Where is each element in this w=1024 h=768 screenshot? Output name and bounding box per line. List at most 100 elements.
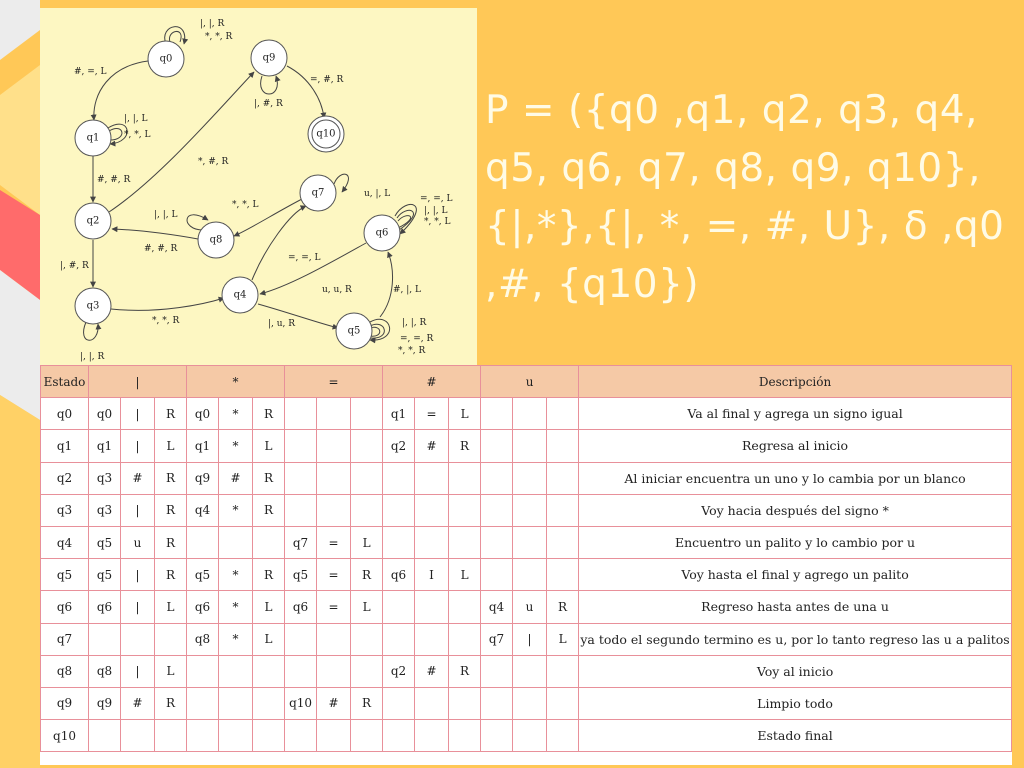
transition-table: Estado | * = # u Descripción q0 q0 | Rq0 * Rq… [40, 364, 1012, 765]
state-q5: q5 [335, 312, 373, 350]
transition-cell [186, 719, 220, 753]
formal-definition: P = ({q0 ,q1, q2, q3, q4, q5, q6, q7, q8… [485, 82, 1015, 314]
label-q6-q4: u, u, R [322, 285, 352, 295]
state-diagram: q0 q1 q2 q3 q4 q5 q6 q7 q8 q9 q10 |, |, … [40, 8, 477, 365]
transition-cell [284, 622, 318, 656]
transition-cell: * [218, 622, 254, 656]
svg-text:q1: q1 [87, 133, 100, 144]
header-symbol-bar: | [87, 364, 188, 399]
transition-cell [186, 525, 220, 560]
transition-cell: L [153, 654, 188, 688]
transition-cell [316, 397, 352, 431]
transition-cell: u [512, 590, 548, 624]
svg-text:q5: q5 [348, 326, 361, 337]
transition-cell [252, 525, 286, 560]
transition-cell: R [546, 590, 580, 624]
transition-cell [480, 525, 514, 560]
label-q8-loop: |, |, L [154, 210, 178, 220]
transition-cell [382, 622, 416, 656]
edge-q8-q2 [111, 226, 199, 240]
transition-cell: q5 [284, 558, 318, 592]
transition-cell: q2 [382, 429, 416, 463]
transition-cell: = [316, 558, 352, 592]
transition-cell [382, 461, 416, 495]
transition-cell: | [120, 558, 155, 592]
transition-cell [284, 493, 318, 527]
transition-cell: q9 [88, 686, 121, 721]
transition-cell [316, 493, 352, 527]
transition-cell [546, 493, 580, 527]
table-row: q1 q1 | Lq1 * Lq2 # R Regresa al inicio [40, 429, 1012, 463]
state-cell: q7 [40, 622, 89, 656]
table-row: q9 q9 # Rq10 # R Limpio todo [40, 686, 1012, 721]
edge-q5-q6 [379, 251, 393, 318]
transition-cell: q6 [382, 558, 416, 592]
svg-text:q10: q10 [316, 129, 335, 140]
transition-cell [414, 525, 450, 560]
formula-line-2: q5, q6, q7, q8, q9, q10}, [485, 146, 981, 191]
label-q7-loop: u, |, L [364, 189, 390, 199]
transition-cell [546, 525, 580, 560]
transition-cell: = [414, 397, 450, 431]
transition-cell [546, 461, 580, 495]
table-row: q0 q0 | Rq0 * Rq1 = L Va al final y agrega un si… [40, 397, 1012, 431]
transition-cell: q8 [88, 654, 121, 688]
transition-cell [414, 493, 450, 527]
table-row: q3 q3 | Rq4 * R Voy hacia después del signo * [40, 493, 1012, 527]
transition-cell [218, 686, 254, 721]
transition-cell [546, 429, 580, 463]
transition-cell: | [120, 590, 155, 624]
transition-cell: R [153, 461, 188, 495]
transition-cell [512, 525, 548, 560]
transition-cell: q10 [284, 686, 318, 721]
transition-cell [480, 429, 514, 463]
svg-text:q9: q9 [263, 53, 276, 64]
svg-text:q7: q7 [312, 188, 325, 199]
transition-cell [414, 590, 450, 624]
transition-cell: q3 [88, 493, 121, 527]
label-q4-q5: |, u, R [268, 319, 295, 329]
label-q0-q1: #, =, L [74, 67, 107, 77]
transition-cell: R [448, 654, 482, 688]
transition-cell: L [350, 590, 384, 624]
transition-cell [448, 525, 482, 560]
transition-cell [512, 719, 548, 753]
header-symbol-star: * [186, 364, 286, 399]
transition-cell [350, 397, 384, 431]
label-q4-q7: =, =, L [288, 253, 321, 263]
description-cell: Voy hacia después del signo * [578, 493, 1012, 527]
transition-cell [480, 654, 514, 688]
label-q1-q2: #, #, R [97, 175, 131, 185]
transition-cell [448, 590, 482, 624]
transition-cell [512, 461, 548, 495]
label-q5-q6: #, |, L [393, 285, 421, 295]
state-cell: q3 [40, 493, 89, 527]
transition-cell [350, 654, 384, 688]
header-symbol-u: u [480, 364, 580, 399]
description-cell: Voy hasta el final y agrego un palito [578, 558, 1012, 592]
transition-cell [414, 686, 450, 721]
svg-text:q4: q4 [234, 290, 247, 301]
label-q2-q3: |, #, R [60, 261, 89, 271]
transition-cell: q5 [88, 525, 121, 560]
table-body: q0 q0 | Rq0 * Rq1 = L Va al final y agrega un si… [40, 397, 1012, 753]
table-row: q2 q3 # Rq9 # R Al iniciar encuentra un uno y … [40, 461, 1012, 495]
description-cell: Limpio todo [578, 686, 1012, 721]
transition-cell [480, 719, 514, 753]
formula-line-4: ,#, {q10}) [485, 262, 700, 307]
table-row: q10 Estado final [40, 719, 1012, 753]
transition-cell [448, 493, 482, 527]
formula-line-3: {|,*},{|, *, =, #, U}, δ ,q0 [485, 204, 1005, 249]
transition-cell: q7 [480, 622, 514, 656]
transition-cell: L [153, 429, 188, 463]
label-q6-loop-1: =, =, L [420, 194, 453, 204]
transition-cell: q6 [88, 590, 121, 624]
transition-cell [252, 719, 286, 753]
formula-line-1: P = ({q0 ,q1, q2, q3, q4, [485, 88, 978, 133]
transition-cell [284, 397, 318, 431]
transition-cell: * [218, 493, 254, 527]
transition-cell [480, 558, 514, 592]
table-row: q7 q8 * Lq7 | Lya todo el segundo termino es … [40, 622, 1012, 656]
transition-cell: u [120, 525, 155, 560]
svg-text:q0: q0 [160, 54, 173, 65]
